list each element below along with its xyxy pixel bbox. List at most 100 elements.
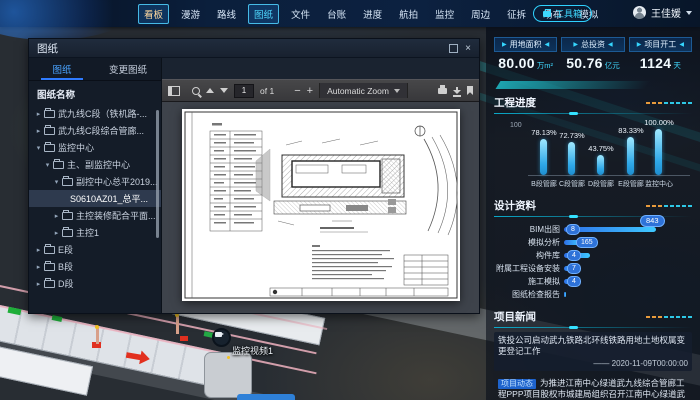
pdf-toolbar: of 1 − + Automatic Zoom [162,79,479,102]
stat-value: 80.00 [498,55,535,71]
section-underline [494,113,692,114]
tree-toggle-icon[interactable]: ▸ [34,263,43,271]
nav-item-路线[interactable]: 路线 [212,5,241,23]
design-row-label: 模拟分析 [494,237,564,248]
drawings-window-header[interactable]: 图纸 × [29,39,479,58]
tree-toggle-icon[interactable]: ▾ [34,144,43,152]
folder-icon [53,161,64,169]
user-menu[interactable]: 王佳媛 [633,5,692,20]
tree-item[interactable]: S0610AZ01_总平... [29,190,161,207]
tree-item[interactable]: ▸E段 [29,241,161,258]
news-item[interactable]: 铁投公司启动武九铁路北环线铁路用地土地权属变更登记工作—— 2020-11-09… [494,332,692,371]
tree-toggle-icon[interactable]: ▸ [52,229,61,237]
download-icon[interactable] [453,87,461,95]
tree-item-label: 副控中心总平2019... [76,175,158,188]
design-section-header: 设计资料 [494,198,692,213]
nav-item-监控[interactable]: 监控 [430,5,459,23]
design-materials-chart: BIM出图8843模拟分析165构件库4附属工程设备安装7施工模拟4图纸检查报告 [494,223,692,301]
progress-value-label: 100.00% [637,118,681,127]
folder-icon [62,212,73,220]
tree-item[interactable]: ▸主控1 [29,224,161,241]
stat-项目开工: ▶项目开工◀1124天 [629,37,692,87]
design-value-bubble: 165 [576,237,598,248]
sidebar-toggle-icon[interactable] [168,86,180,96]
folder-icon [44,246,55,254]
design-row-bar [564,292,566,297]
page-down-icon[interactable] [220,88,228,93]
tree-item[interactable]: ▸B段 [29,258,161,275]
tree-item[interactable]: ▸D段 [29,275,161,292]
tree-toggle-icon[interactable]: ▾ [52,178,61,186]
nav-item-台账[interactable]: 台账 [322,5,351,23]
model-post [176,316,179,334]
app-root: 监控视频1 看板漫游路线图纸文件台账进度航拍监控周边征拆场布模拟 工具箱 王佳媛… [0,0,700,400]
progress-section-title: 工程进度 [494,95,536,110]
drawings-tree: ▸武九线C段（铁机路-...▸武九线C段综合管廊...▾监控中心▾主、副监控中心… [29,105,161,292]
progress-category-label: 监控中心 [637,179,681,189]
tree-item[interactable]: ▾主、副监控中心 [29,156,161,173]
nav-item-看板[interactable]: 看板 [138,4,169,24]
stat-label: 项目开工 [644,39,676,50]
tab-drawings[interactable]: 图纸 [29,58,95,80]
nav-item-文件[interactable]: 文件 [286,5,315,23]
tree-item[interactable]: ▸主控装修配合平面... [29,207,161,224]
close-icon[interactable]: × [465,45,471,52]
tree-toggle-icon[interactable]: ▸ [52,212,61,220]
tree-toggle-icon[interactable]: ▾ [43,161,52,169]
drawings-window-title: 图纸 [37,41,58,56]
page-up-icon[interactable] [206,88,214,93]
stats-decoration [496,81,651,89]
tree-toggle-icon[interactable]: ▸ [34,110,43,118]
tree-item[interactable]: ▸武九线C段（铁机路-... [29,105,161,122]
design-row-track: 165 [564,236,692,249]
nav-item-周边[interactable]: 周边 [466,5,495,23]
toolbox-button[interactable]: 工具箱 [533,5,592,22]
stat-value-row: 50.76亿元 [561,55,624,71]
section-dashes [646,102,692,104]
progress-value-label: 83.33% [609,126,653,135]
zoom-in-icon[interactable]: + [307,86,313,96]
design-value-bubble: 4 [567,276,581,287]
tree-toggle-icon[interactable]: ▸ [34,246,43,254]
nav-item-漫游[interactable]: 漫游 [176,5,205,23]
tree-scrollbar[interactable] [156,110,159,238]
drawings-tree-pane: 图纸 变更图纸 图纸名称 ▸武九线C段（铁机路-...▸武九线C段综合管廊...… [29,58,162,313]
nav-item-进度[interactable]: 进度 [358,5,387,23]
page-number-input[interactable] [234,84,254,98]
tree-toggle-icon[interactable]: ▸ [34,127,43,135]
stat-header: ▶项目开工◀ [629,37,692,52]
search-icon[interactable] [192,87,200,95]
zoom-out-icon[interactable]: − [294,86,300,96]
bracket-right-icon: ◀ [679,42,684,48]
tree-item[interactable]: ▾ 副控中心总平2019... [29,173,161,190]
news-item[interactable]: 项目动态为推进江南中心绿道武九线综合管廊工程PPP项目股权市城建局组织召开江南中… [494,375,692,400]
news-item-text: 铁投公司启动武九铁路北环线铁路用地土地权属变更登记工作 [498,335,685,356]
progress-bar-E段管廊 [627,137,634,175]
zoom-select-value: Automatic Zoom [327,86,389,96]
nav-item-航拍[interactable]: 航拍 [394,5,423,23]
camera-label[interactable]: 监控视频1 [232,344,273,357]
nav-item-图纸[interactable]: 图纸 [248,4,279,24]
design-section-title: 设计资料 [494,198,536,213]
print-icon[interactable] [438,88,447,94]
progress-section-header: 工程进度 [494,95,692,110]
zoom-select[interactable]: Automatic Zoom [319,83,408,98]
tree-item[interactable]: ▾监控中心 [29,139,161,156]
folder-icon [62,229,73,237]
popup-button-partial[interactable] [237,394,295,400]
nav-item-征拆[interactable]: 征拆 [502,5,531,23]
design-row-track: 7 [564,262,692,275]
tree-item-label: S0610AZ01_总平... [70,192,148,205]
logo-glow [0,0,140,40]
bookmark-icon[interactable] [467,86,473,95]
camera-pin[interactable] [212,328,231,347]
stat-unit: 亿元 [605,60,620,71]
tree-toggle-icon[interactable]: ▸ [34,280,43,288]
expand-icon[interactable] [449,44,458,53]
dashboard-panel: ▶用地面积◀80.00万m²▶总投资◀50.76亿元▶项目开工◀1124天 工程… [486,27,700,400]
progress-bar-B段管廊 [540,139,547,175]
stat-value: 1124 [640,55,672,71]
tree-item[interactable]: ▸武九线C段综合管廊... [29,122,161,139]
tab-changed-drawings[interactable]: 变更图纸 [95,58,161,80]
pdf-viewport[interactable] [162,102,479,313]
